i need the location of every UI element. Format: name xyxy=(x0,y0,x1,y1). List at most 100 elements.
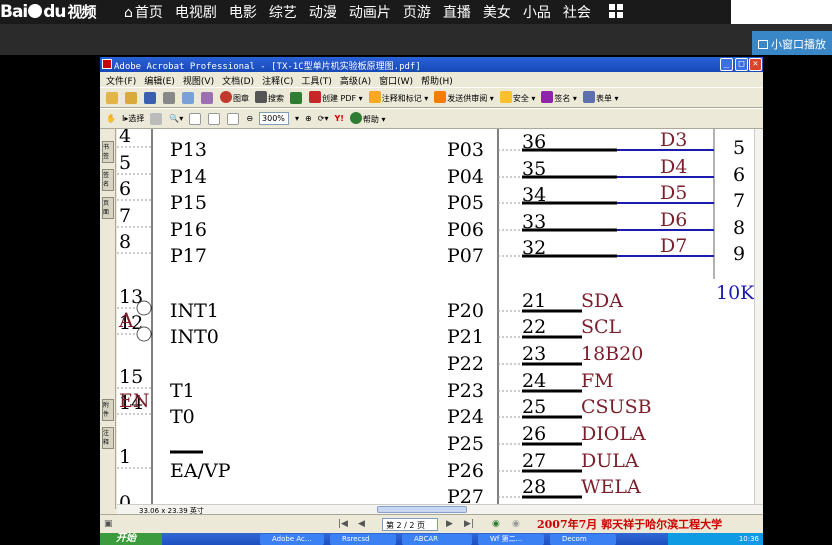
document-view[interactable]: 4 P13 5 P14 6 P15 7 P16 8 P17 13 INT1 12 INT0 15 T1 14 T0… xyxy=(117,129,754,504)
stamp-button[interactable]: 图章 xyxy=(220,91,249,104)
yahoo-icon[interactable]: Y! xyxy=(334,114,343,123)
nav-anime[interactable]: 动漫 xyxy=(309,2,337,22)
nav-variety[interactable]: 综艺 xyxy=(269,2,297,22)
nav-beauty[interactable]: 美女 xyxy=(483,2,511,22)
task-rsrecsd[interactable]: Rsrecsd xyxy=(330,534,396,545)
zoom-tool[interactable]: 🔍▾ xyxy=(169,114,183,123)
menu-advanced[interactable]: 高级(A) xyxy=(340,74,371,87)
search-input[interactable] xyxy=(731,0,832,24)
right-pin-number: 25 xyxy=(522,396,546,418)
comment-markup-button[interactable]: 注释和标记 ▾ xyxy=(368,91,428,104)
right-pin-name: P24 xyxy=(447,406,484,428)
menu-help[interactable]: 帮助(H) xyxy=(421,74,453,87)
right-pin-name: P21 xyxy=(447,326,484,348)
prev-page-button[interactable]: ◀ xyxy=(358,519,365,529)
baidu-video-logo[interactable]: Bai du 视频 xyxy=(0,1,97,22)
vertical-scrollbar[interactable] xyxy=(754,129,763,504)
print-icon[interactable] xyxy=(163,91,175,104)
menu-window[interactable]: 窗口(W) xyxy=(379,74,413,87)
status-bar: ▣ |◀ ◀ 第 2 / 2 页 ▶ ▶| ◉ ◉ 2007年7月 郭天祥于哈尔… xyxy=(100,514,763,533)
zoom-dropdown[interactable]: ▾ xyxy=(295,114,299,123)
more-grid-icon[interactable] xyxy=(609,4,623,18)
zoom-out-icon[interactable]: ⊖ xyxy=(246,114,253,123)
save-icon[interactable] xyxy=(144,91,156,104)
attach-icon[interactable] xyxy=(201,91,213,104)
fit-page-icon[interactable] xyxy=(208,112,221,125)
open-icon[interactable] xyxy=(106,91,118,104)
email-icon[interactable] xyxy=(182,91,194,104)
tab-attachments[interactable]: 附件 xyxy=(102,399,114,421)
tab-signatures[interactable]: 签名 xyxy=(102,169,114,191)
sign-button[interactable]: 签名 ▾ xyxy=(541,91,577,104)
nav-movie[interactable]: 电影 xyxy=(229,2,257,22)
task-decom[interactable]: Decom xyxy=(550,534,616,545)
net-label: DIOLA xyxy=(581,423,646,445)
nav-home[interactable]: ⌂ 首页 xyxy=(124,2,163,22)
form-icon xyxy=(582,91,595,103)
right-pin-name: P03 xyxy=(447,139,484,161)
nav-society[interactable]: 社会 xyxy=(563,2,591,22)
help-button[interactable]: 帮助 ▾ xyxy=(349,112,385,125)
tab-pages[interactable]: 页面 xyxy=(102,197,114,219)
forms-button[interactable]: 表单 ▾ xyxy=(582,91,619,104)
scroll-thumb[interactable] xyxy=(377,506,467,513)
net-label: FM xyxy=(581,370,614,392)
actual-size-icon[interactable] xyxy=(189,112,202,125)
far-right-pin-number: 9 xyxy=(733,243,745,265)
acrobat-window: Adobe Acrobat Professional - [TX-1C型单片机实… xyxy=(100,57,763,533)
far-right-pin-number: 7 xyxy=(733,190,745,212)
search-button[interactable]: 搜索 xyxy=(255,91,284,104)
nav-webgame[interactable]: 页游 xyxy=(403,2,431,22)
menu-edit[interactable]: 编辑(E) xyxy=(144,74,175,87)
left-pin-number: 6 xyxy=(119,178,131,200)
first-page-button[interactable]: |◀ xyxy=(338,519,348,529)
folder-icon[interactable] xyxy=(125,91,137,104)
right-pin-name: P07 xyxy=(447,245,484,267)
minimize-button[interactable]: _ xyxy=(720,58,733,71)
create-pdf-button[interactable]: 创建 PDF ▾ xyxy=(309,91,363,104)
menu-view[interactable]: 视图(V) xyxy=(183,74,214,87)
left-pin-name: P15 xyxy=(170,192,207,214)
left-pin-name: INT0 xyxy=(170,326,219,348)
menu-document[interactable]: 文档(D) xyxy=(222,74,254,87)
snapshot-icon[interactable] xyxy=(150,112,163,125)
net-label: 18B20 xyxy=(581,343,643,365)
task-word[interactable]: Wf 第二... xyxy=(478,534,544,545)
close-button[interactable]: ✕ xyxy=(749,58,762,71)
nav-sketch[interactable]: 小品 xyxy=(523,2,551,22)
menu-file[interactable]: 文件(F) xyxy=(106,74,136,87)
menu-tools[interactable]: 工具(T) xyxy=(301,74,332,87)
fit-width-icon[interactable] xyxy=(227,112,240,125)
tab-comments[interactable]: 注释 xyxy=(102,427,114,449)
baidu-top-nav: Bai du 视频 ⌂ 首页 电视剧 电影 综艺 动漫 动画片 页游 直播 美女 小品… xyxy=(0,0,832,24)
zoom-level-input[interactable]: 300% xyxy=(259,112,290,125)
menu-comments[interactable]: 注释(C) xyxy=(262,74,293,87)
clock: 10:36 xyxy=(738,535,759,543)
back-view-button[interactable]: ◉ xyxy=(492,519,500,529)
horizontal-scrollbar[interactable]: 33.06 x 23.39 英寸 xyxy=(117,504,763,515)
forward-view-button[interactable]: ◉ xyxy=(512,519,520,529)
panel-toggle-icon[interactable]: ▣ xyxy=(104,519,113,529)
zoom-in-icon[interactable]: ⊕ xyxy=(305,114,312,123)
security-button[interactable]: 安全 ▾ xyxy=(499,91,535,104)
organizer-icon[interactable] xyxy=(290,91,302,104)
page-number-input[interactable]: 第 2 / 2 页 xyxy=(382,518,438,531)
send-review-button[interactable]: 发送供审阅 ▾ xyxy=(434,91,494,104)
hand-tool[interactable]: ✋ xyxy=(106,114,116,123)
select-tool[interactable]: I▸选择 xyxy=(122,113,144,124)
nav-tv[interactable]: 电视剧 xyxy=(175,2,217,22)
right-pin-number: 24 xyxy=(522,370,546,392)
nav-cartoon[interactable]: 动画片 xyxy=(349,2,391,22)
next-page-button[interactable]: ▶ xyxy=(446,519,453,529)
start-button[interactable]: 开始 xyxy=(100,533,162,545)
right-pin-number: 28 xyxy=(522,476,546,498)
rotate-icon[interactable]: ⟳▾ xyxy=(318,114,329,123)
last-page-button[interactable]: ▶| xyxy=(464,519,474,529)
mini-window-play-button[interactable]: 小窗口播放 xyxy=(752,31,832,55)
menu-bar: 文件(F) 编辑(E) 视图(V) 文档(D) 注释(C) 工具(T) 高级(A… xyxy=(100,72,763,87)
tab-bookmarks[interactable]: 书签 xyxy=(102,141,114,163)
task-abcar[interactable]: ABCAR xyxy=(402,534,472,545)
task-acrobat[interactable]: Adobe Ac... xyxy=(260,534,324,545)
nav-live[interactable]: 直播 xyxy=(443,2,471,22)
maximize-button[interactable]: □ xyxy=(735,58,748,71)
